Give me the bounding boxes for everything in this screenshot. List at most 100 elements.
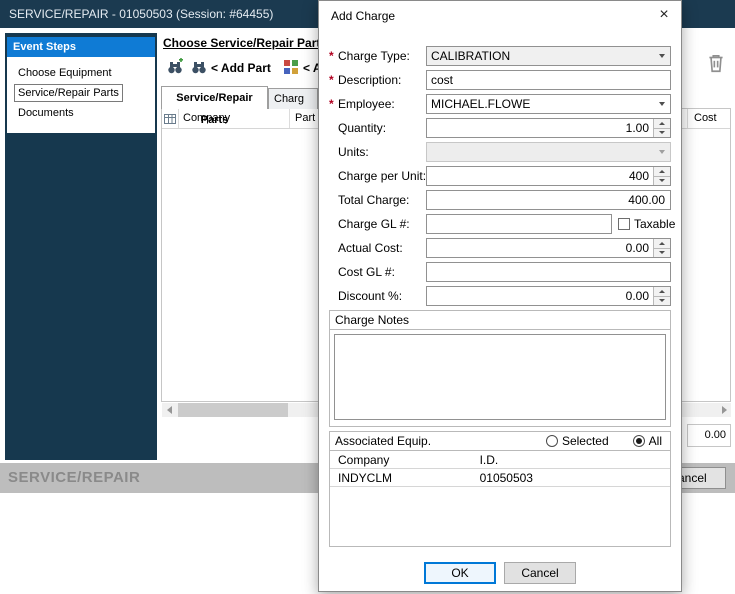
quantity-label: Quantity: — [338, 121, 426, 135]
actual-cost-up-button[interactable] — [653, 239, 670, 248]
grid-col-company[interactable]: Company — [179, 109, 290, 128]
charge-per-unit-input[interactable] — [426, 166, 671, 186]
cost-gl-row: Cost GL #: — [329, 262, 671, 282]
required-marker: * — [329, 73, 338, 87]
quantity-down-button[interactable] — [653, 128, 670, 138]
grid-col-cost[interactable]: Cost — [688, 109, 730, 128]
binoculars-plus-icon — [166, 58, 184, 76]
discount-row: Discount %: — [329, 286, 671, 306]
units-label: Units: — [338, 145, 426, 159]
actual-cost-stepper — [426, 238, 671, 258]
radio-selected[interactable]: Selected — [546, 432, 609, 450]
associated-equip-group: Associated Equip. Selected All Company I… — [329, 431, 671, 547]
checkbox-icon — [618, 218, 630, 230]
sidebar-item-service-repair-parts[interactable]: Service/Repair Parts — [14, 84, 123, 102]
taxable-checkbox[interactable]: Taxable — [618, 217, 675, 231]
find-part-button[interactable] — [164, 56, 186, 78]
add-charge-button[interactable] — [280, 56, 302, 78]
charge-per-unit-down-button[interactable] — [653, 176, 670, 186]
charge-per-unit-up-button[interactable] — [653, 167, 670, 176]
app-window: SERVICE/REPAIR - 01050503 (Session: #644… — [0, 0, 735, 594]
associated-equip-header: Associated Equip. Selected All — [330, 432, 670, 451]
chevron-down-icon — [653, 95, 670, 113]
dialog-buttons: OK Cancel — [329, 562, 671, 584]
taxable-label: Taxable — [634, 217, 675, 231]
quantity-input[interactable] — [426, 118, 671, 138]
required-marker: * — [329, 97, 338, 111]
total-charge-row: Total Charge: — [329, 190, 671, 210]
charge-per-unit-row: Charge per Unit: — [329, 166, 671, 186]
grid-cells-icon — [162, 109, 179, 128]
charge-type-row: * Charge Type: CALIBRATION — [329, 46, 671, 66]
description-field — [426, 70, 671, 90]
chevron-down-icon — [653, 47, 670, 65]
actual-cost-row: Actual Cost: — [329, 238, 671, 258]
scroll-right-arrow-icon[interactable] — [717, 403, 731, 417]
equip-row-id: 01050503 — [480, 471, 670, 485]
cost-gl-field — [426, 262, 671, 282]
actual-cost-input[interactable] — [426, 238, 671, 258]
charge-notes-group: Charge Notes — [329, 310, 671, 427]
discount-stepper — [426, 286, 671, 306]
chevron-down-icon — [653, 143, 670, 161]
units-value — [427, 143, 653, 161]
tab-charges[interactable]: Charg — [268, 88, 318, 109]
charge-per-unit-label: Charge per Unit: — [338, 169, 426, 183]
employee-row: * Employee: MICHAEL.FLOWE — [329, 94, 671, 114]
radio-all[interactable]: All — [633, 432, 662, 450]
employee-value: MICHAEL.FLOWE — [427, 95, 653, 113]
scroll-left-arrow-icon[interactable] — [162, 403, 176, 417]
associated-equip-label: Associated Equip. — [335, 432, 546, 450]
sidebar-item-documents[interactable]: Documents — [14, 104, 78, 122]
radio-unchecked-icon — [546, 435, 558, 447]
description-row: * Description: — [329, 70, 671, 90]
dialog-title: Add Charge — [331, 9, 395, 23]
find-button[interactable] — [188, 56, 210, 78]
sidebar-item-choose-equipment[interactable]: Choose Equipment — [14, 64, 116, 82]
charge-notes-header: Charge Notes — [330, 311, 670, 330]
cost-gl-input[interactable] — [426, 262, 671, 282]
status-bar-label: SERVICE/REPAIR — [8, 469, 140, 486]
add-part-button[interactable]: < Add Part — [211, 61, 271, 75]
cancel-button[interactable]: Cancel — [504, 562, 576, 584]
equip-col-company: Company — [330, 453, 480, 467]
add-charge-dialog: Add Charge × * Charge Type: CALIBRATION … — [318, 0, 682, 592]
total-charge-input[interactable] — [426, 190, 671, 210]
equip-table-row[interactable]: INDYCLM 01050503 — [330, 469, 670, 487]
parts-color-icon — [282, 58, 300, 76]
ok-button[interactable]: OK — [424, 562, 496, 584]
dialog-titlebar: Add Charge × — [319, 1, 681, 31]
charge-notes-textarea[interactable] — [334, 334, 666, 420]
discount-down-button[interactable] — [653, 296, 670, 306]
quantity-row: Quantity: — [329, 118, 671, 138]
discount-label: Discount %: — [338, 289, 426, 303]
cost-gl-label: Cost GL #: — [338, 265, 426, 279]
trash-icon[interactable] — [705, 52, 729, 76]
scrollbar-thumb[interactable] — [178, 403, 288, 417]
charge-gl-row: Charge GL #: Taxable — [329, 214, 671, 234]
description-input[interactable] — [426, 70, 671, 90]
discount-up-button[interactable] — [653, 287, 670, 296]
units-select[interactable] — [426, 142, 671, 162]
charge-type-select[interactable]: CALIBRATION — [426, 46, 671, 66]
employee-label: Employee: — [338, 97, 426, 111]
charge-gl-label: Charge GL #: — [338, 217, 426, 231]
charge-per-unit-stepper — [426, 166, 671, 186]
binoculars-icon — [190, 58, 208, 76]
equip-table: Company I.D. INDYCLM 01050503 — [330, 451, 670, 487]
discount-input[interactable] — [426, 286, 671, 306]
radio-checked-icon — [633, 435, 645, 447]
equip-table-header: Company I.D. — [330, 451, 670, 469]
cost-total-value: 0.00 — [687, 424, 731, 447]
quantity-up-button[interactable] — [653, 119, 670, 128]
required-marker: * — [329, 49, 338, 63]
tab-service-repair-parts[interactable]: Service/Repair Parts — [161, 86, 268, 109]
actual-cost-label: Actual Cost: — [338, 241, 426, 255]
charge-type-value: CALIBRATION — [427, 47, 653, 65]
equip-col-id: I.D. — [480, 453, 670, 467]
charge-gl-input[interactable] — [426, 214, 612, 234]
employee-select[interactable]: MICHAEL.FLOWE — [426, 94, 671, 114]
actual-cost-down-button[interactable] — [653, 248, 670, 258]
sidebar-list: Choose Equipment Service/Repair Parts Do… — [7, 57, 155, 133]
close-icon[interactable]: × — [647, 1, 681, 31]
